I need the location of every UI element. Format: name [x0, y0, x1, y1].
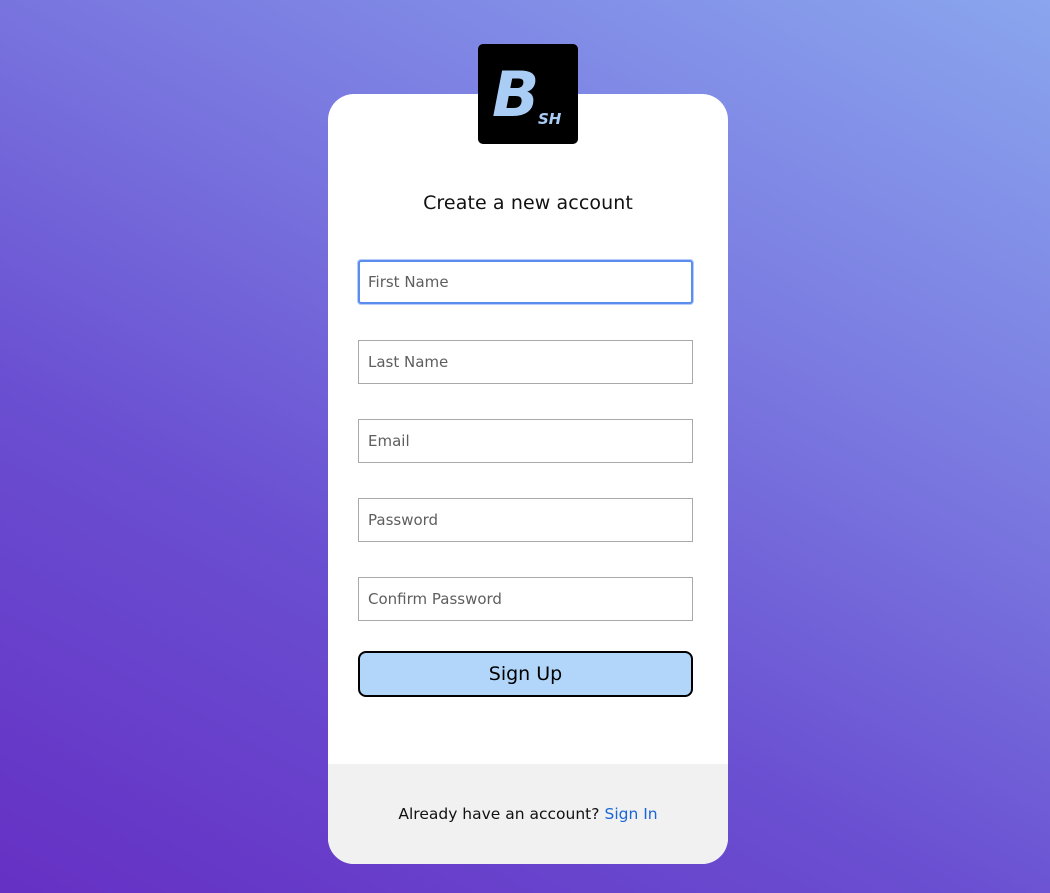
brand-logo: B SH [478, 44, 578, 144]
sign-up-button[interactable]: Sign Up [358, 651, 693, 697]
brand-logo-subletters: SH [538, 110, 562, 128]
last-name-input[interactable] [358, 340, 693, 384]
confirm-password-input[interactable] [358, 577, 693, 621]
brand-logo-letter: B [492, 58, 539, 131]
first-name-input[interactable] [358, 260, 693, 304]
signin-prompt: Already have an account? [398, 805, 600, 823]
signup-card: Create a new account Sign Up Already hav… [328, 94, 728, 864]
signin-footer: Already have an account? Sign In [328, 764, 728, 864]
password-input[interactable] [358, 498, 693, 542]
form-title: Create a new account [423, 192, 633, 214]
sign-in-link[interactable]: Sign In [604, 805, 657, 823]
brand-logo-mark: B SH [492, 58, 562, 131]
email-input[interactable] [358, 419, 693, 463]
